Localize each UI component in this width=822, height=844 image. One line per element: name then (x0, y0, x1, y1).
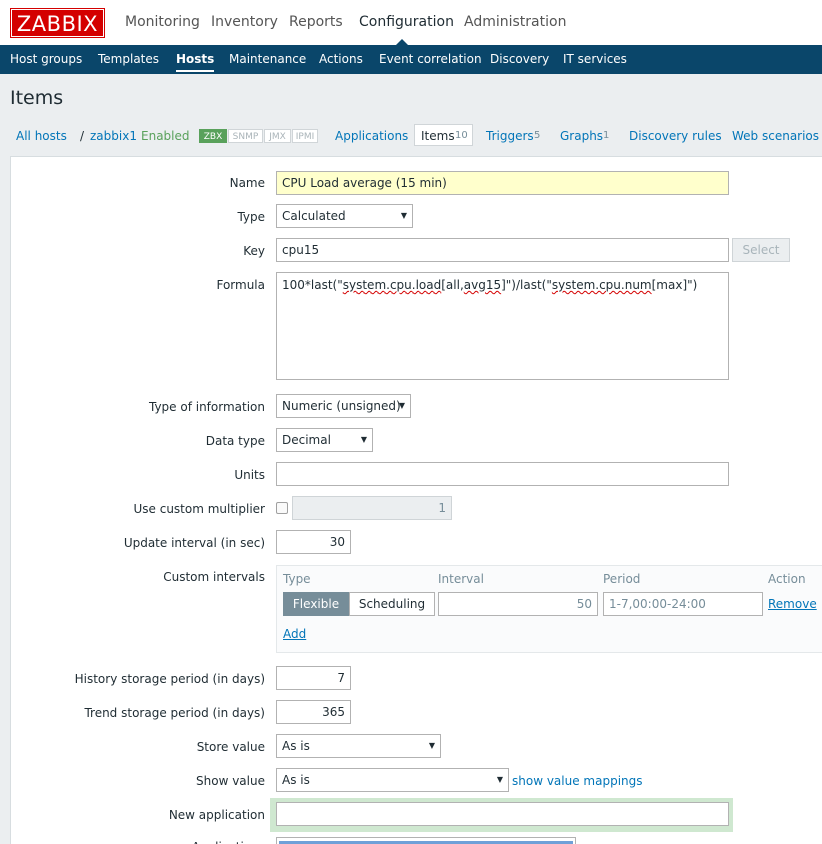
badge-snmp: SNMP (228, 129, 263, 143)
applications-link[interactable]: Applications (335, 129, 408, 143)
chevron-down-icon: ▼ (428, 741, 435, 750)
subnav-it-services[interactable]: IT services (563, 52, 627, 66)
web-scenarios-link[interactable]: Web scenarios (732, 129, 819, 143)
trend-label: Trend storage period (in days) (84, 706, 265, 720)
tab-items[interactable]: Items 10 (414, 124, 473, 146)
graphs-count: 1 (603, 130, 610, 141)
data-type-label: Data type (205, 434, 265, 448)
new-application-input[interactable] (276, 802, 729, 826)
ci-header-type: Type (283, 572, 311, 586)
nav-administration[interactable]: Administration (464, 14, 566, 30)
store-value-value: As is (282, 739, 310, 753)
data-type-select[interactable]: Decimal ▼ (276, 428, 373, 452)
badge-zbx: ZBX (199, 129, 227, 143)
nav-monitoring[interactable]: Monitoring (125, 14, 200, 30)
show-value-select[interactable]: As is ▼ (276, 768, 509, 792)
units-label: Units (234, 468, 265, 482)
ci-scheduling-button[interactable]: Scheduling (349, 592, 435, 616)
store-value-select[interactable]: As is ▼ (276, 734, 441, 758)
formula-text: system.cpu.num (551, 278, 652, 292)
key-input[interactable]: cpu15 (276, 238, 729, 262)
ci-header-interval: Interval (438, 572, 484, 586)
sub-nav: Host groups Templates Hosts Maintenance … (0, 45, 822, 74)
formula-text: system.cpu.load (342, 278, 442, 292)
nav-configuration[interactable]: Configuration (359, 14, 454, 30)
units-input[interactable] (276, 462, 729, 486)
multiplier-input[interactable]: 1 (292, 496, 452, 520)
store-value-label: Store value (196, 740, 265, 754)
subnav-discovery[interactable]: Discovery (490, 52, 549, 66)
type-select-value: Calculated (282, 209, 346, 223)
nav-inventory[interactable]: Inventory (211, 14, 278, 30)
top-bar: ZABBIX Monitoring Inventory Reports Conf… (0, 0, 822, 46)
name-label: Name (229, 176, 265, 190)
graphs-link[interactable]: Graphs (560, 129, 603, 143)
formula-textarea[interactable]: 100*last("system.cpu.load[all,avg15]")/l… (276, 272, 729, 380)
show-value-mappings-link[interactable]: show value mappings (512, 774, 643, 788)
new-application-label: New application (168, 808, 265, 822)
custom-intervals-label: Custom intervals (163, 570, 265, 584)
update-interval-label: Update interval (in sec) (123, 536, 265, 550)
all-hosts-link[interactable]: All hosts (16, 129, 67, 143)
update-interval-input[interactable]: 30 (276, 530, 351, 554)
item-form: Name CPU Load average (15 min) Type Calc… (10, 156, 822, 844)
badge-ipmi: IPMI (292, 129, 318, 143)
ci-remove-link[interactable]: Remove (768, 597, 817, 611)
chevron-down-icon: ▼ (398, 401, 405, 410)
formula-label: Formula (216, 278, 265, 292)
formula-text: ]")/last(" (501, 278, 552, 292)
name-input[interactable]: CPU Load average (15 min) (276, 171, 729, 195)
type-info-select[interactable]: Numeric (unsigned) ▼ (276, 394, 411, 418)
show-value-label: Show value (196, 774, 265, 788)
page-title: Items (10, 87, 64, 109)
formula-text: avg15 (463, 278, 502, 292)
ci-header-action: Action (768, 572, 806, 586)
ci-flexible-button[interactable]: Flexible (283, 592, 349, 616)
discovery-rules-link[interactable]: Discovery rules (629, 129, 722, 143)
subnav-event-correlation[interactable]: Event correlation (379, 52, 482, 66)
custom-intervals-table: Type Interval Period Action Flexible Sch… (276, 565, 822, 653)
show-value-value: As is (282, 773, 310, 787)
triggers-count: 5 (534, 130, 541, 141)
chevron-down-icon: ▼ (360, 435, 367, 444)
formula-text: 100*last(" (282, 278, 343, 292)
type-info-value: Numeric (unsigned) (282, 399, 401, 413)
subnav-host-groups[interactable]: Host groups (10, 52, 82, 66)
nav-reports[interactable]: Reports (289, 14, 343, 30)
badge-jmx: JMX (264, 129, 291, 143)
formula-text: [max]") (651, 278, 698, 292)
type-info-label: Type of information (148, 400, 265, 414)
tab-items-label: Items (421, 129, 455, 143)
chevron-down-icon: ▼ (496, 775, 503, 784)
tab-items-count: 10 (455, 130, 468, 141)
ci-header-period: Period (603, 572, 641, 586)
type-select[interactable]: Calculated ▼ (276, 204, 413, 228)
host-status[interactable]: Enabled (141, 129, 190, 143)
multiplier-label: Use custom multiplier (133, 502, 265, 516)
applications-label: Applications (192, 840, 265, 844)
breadcrumb: All hosts / zabbix1 Enabled ZBX SNMP JMX… (10, 124, 822, 149)
subnav-templates[interactable]: Templates (98, 52, 159, 66)
ci-period-input[interactable]: 1-7,00:00-24:00 (603, 592, 763, 616)
history-label: History storage period (in days) (74, 672, 265, 686)
trend-input[interactable]: 365 (276, 700, 351, 724)
triggers-link[interactable]: Triggers (486, 129, 534, 143)
select-button[interactable]: Select (732, 238, 790, 262)
zabbix-logo[interactable]: ZABBIX (10, 8, 105, 38)
data-type-value: Decimal (282, 433, 331, 447)
history-input[interactable]: 7 (276, 666, 351, 690)
subnav-hosts[interactable]: Hosts (176, 52, 215, 72)
key-label: Key (243, 244, 265, 258)
type-label: Type (237, 210, 265, 224)
multiplier-checkbox[interactable] (276, 502, 288, 514)
breadcrumb-separator: / (80, 129, 85, 143)
formula-text: [all, (441, 278, 464, 292)
host-link[interactable]: zabbix1 (90, 129, 137, 143)
subnav-maintenance[interactable]: Maintenance (229, 52, 306, 66)
ci-add-link[interactable]: Add (283, 627, 306, 641)
chevron-down-icon: ▼ (400, 211, 407, 220)
subnav-actions[interactable]: Actions (319, 52, 363, 66)
ci-interval-input[interactable]: 50 (438, 592, 598, 616)
applications-listbox[interactable] (276, 837, 576, 844)
